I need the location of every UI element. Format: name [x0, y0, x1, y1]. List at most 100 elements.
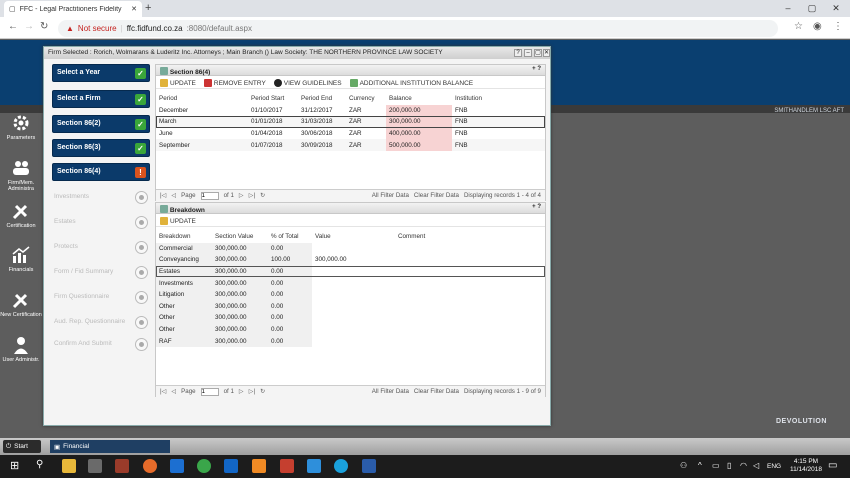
- browser-tab[interactable]: ▢ FFC - Legal Practitioners Fidelity ✕: [4, 1, 142, 17]
- step-section-86-2[interactable]: Section 86(2) ✓: [52, 115, 150, 133]
- rail-parameters[interactable]: Parameters: [0, 113, 42, 141]
- minimize-dialog-button[interactable]: –: [524, 49, 532, 57]
- additional-balance-button[interactable]: ADDITIONAL INSTITUTION BALANCE: [349, 79, 473, 87]
- table-row[interactable]: Investments 300,000.00 0.00: [156, 277, 545, 289]
- step-section-86-3[interactable]: Section 86(3) ✓: [52, 139, 150, 157]
- volume-icon[interactable]: ◁: [753, 461, 759, 470]
- rail-new-certification[interactable]: New Certification: [0, 290, 42, 318]
- next-page-icon[interactable]: ▷: [239, 388, 244, 395]
- table-row[interactable]: Conveyancing 300,000.00 100.00 300,000.00: [156, 254, 545, 266]
- network-icon[interactable]: ▭: [712, 461, 720, 470]
- table-row[interactable]: December 01/10/2017 31/12/2017 ZAR 200,000.0…: [156, 104, 545, 117]
- table-cell[interactable]: [312, 243, 395, 255]
- chrome-icon[interactable]: [197, 459, 211, 473]
- column-header[interactable]: Value: [312, 231, 395, 243]
- wifi-icon[interactable]: ◠: [740, 461, 747, 470]
- view-guidelines-button[interactable]: VIEW GUIDELINES: [273, 79, 342, 87]
- step-protects[interactable]: Protects: [52, 240, 150, 256]
- step-estates[interactable]: Estates: [52, 215, 150, 231]
- step-form-summary[interactable]: Form / Fid Summary: [52, 265, 150, 281]
- step-firm-questionnaire[interactable]: Firm Questionnaire: [52, 290, 150, 306]
- rail-user-admin[interactable]: User Administr.: [0, 335, 42, 363]
- all-filter-link[interactable]: All Filter Data: [372, 388, 409, 395]
- collapse-icon[interactable]: [160, 67, 168, 75]
- page-input[interactable]: [200, 387, 219, 396]
- table-cell[interactable]: 300,000.00: [312, 254, 395, 266]
- first-page-icon[interactable]: |◁: [160, 192, 166, 199]
- store-icon[interactable]: [88, 459, 102, 473]
- app-icon[interactable]: [115, 459, 129, 473]
- edge-icon[interactable]: [170, 459, 184, 473]
- star-icon[interactable]: ☆: [794, 21, 803, 32]
- first-page-icon[interactable]: |◁: [160, 388, 166, 395]
- step-auditor-questionnaire[interactable]: Aud. Rep. Questionnaire: [52, 315, 150, 331]
- word-icon[interactable]: [362, 459, 376, 473]
- rail-firm-admin[interactable]: Firm/Mem. Administra: [0, 158, 42, 192]
- remove-entry-button[interactable]: REMOVE ENTRY: [203, 79, 266, 87]
- maximize-button[interactable]: ▢: [802, 2, 822, 14]
- clear-filter-link[interactable]: Clear Filter Data: [414, 192, 459, 199]
- column-header[interactable]: Period Start: [248, 93, 298, 105]
- maximize-dialog-button[interactable]: ▢: [534, 49, 542, 57]
- people-tray-icon[interactable]: ⚇: [680, 461, 687, 470]
- rail-certification[interactable]: Certification: [0, 201, 42, 229]
- column-header[interactable]: Period End: [298, 93, 346, 105]
- next-page-icon[interactable]: ▷: [239, 192, 244, 199]
- table-cell[interactable]: [312, 324, 395, 336]
- language-indicator[interactable]: ENG: [767, 463, 781, 470]
- notification-icon[interactable]: ▭: [828, 460, 837, 471]
- table-cell[interactable]: [312, 312, 395, 324]
- table-row[interactable]: Litigation 300,000.00 0.00: [156, 288, 545, 301]
- breakdown-update-button[interactable]: UPDATE: [160, 217, 196, 225]
- column-header[interactable]: Breakdown: [156, 231, 212, 243]
- step-select-firm[interactable]: Select a Firm ✓: [52, 90, 150, 108]
- table-cell[interactable]: [312, 277, 395, 289]
- panel-tools-icon[interactable]: + ?: [532, 66, 541, 72]
- step-section-86-4[interactable]: Section 86(4)!: [52, 163, 150, 181]
- table-row[interactable]: Other 300,000.00 0.00: [156, 312, 545, 324]
- clear-filter-link[interactable]: Clear Filter Data: [414, 388, 459, 395]
- refresh-icon[interactable]: ↻: [260, 192, 265, 199]
- table-cell[interactable]: [312, 301, 395, 313]
- table-row[interactable]: Other 300,000.00 0.00: [156, 300, 545, 313]
- skype-icon[interactable]: [334, 459, 348, 473]
- table-cell[interactable]: [312, 289, 395, 301]
- windows-start-icon[interactable]: ⊞: [10, 459, 19, 472]
- step-investments[interactable]: Investments: [52, 190, 150, 206]
- close-tab-icon[interactable]: ✕: [131, 5, 137, 13]
- new-tab-button[interactable]: +: [145, 2, 151, 14]
- update-button[interactable]: UPDATE: [160, 79, 196, 87]
- all-filter-link[interactable]: All Filter Data: [372, 192, 409, 199]
- url-field[interactable]: ▲ Not secure | ffc.fidfund.co.za:8080/de…: [58, 20, 778, 37]
- column-header[interactable]: Period: [156, 93, 248, 105]
- table-row[interactable]: June 01/04/2018 30/06/2018 ZAR 400,000.00 FNB: [156, 127, 545, 140]
- search-icon[interactable]: ⚲: [36, 459, 43, 470]
- reload-icon[interactable]: ↻: [40, 21, 48, 32]
- app-start-button[interactable]: ⏻ Start: [3, 440, 41, 453]
- forward-icon[interactable]: →: [24, 21, 34, 32]
- close-window-button[interactable]: ✕: [826, 2, 846, 14]
- outlook-icon[interactable]: [224, 459, 238, 473]
- panel-tools-icon[interactable]: + ?: [532, 204, 541, 210]
- collapse-icon[interactable]: [160, 205, 168, 213]
- tray-chevron-icon[interactable]: ^: [698, 461, 702, 470]
- table-row[interactable]: Commercial 300,000.00 0.00: [156, 242, 545, 255]
- refresh-icon[interactable]: ↻: [260, 388, 265, 395]
- last-page-icon[interactable]: ▷|: [249, 192, 255, 199]
- table-row[interactable]: Other 300,000.00 0.00: [156, 323, 545, 336]
- vlc-icon[interactable]: [252, 459, 266, 473]
- last-page-icon[interactable]: ▷|: [249, 388, 255, 395]
- column-header[interactable]: Comment: [395, 231, 545, 243]
- prev-page-icon[interactable]: ◁: [171, 192, 176, 199]
- help-icon[interactable]: ?: [514, 49, 522, 57]
- step-select-year[interactable]: Select a Year ✓: [52, 64, 150, 82]
- column-header[interactable]: Balance: [386, 93, 452, 105]
- clock[interactable]: 4:15 PM 11/14/2018: [790, 458, 822, 474]
- close-dialog-button[interactable]: ✕: [543, 49, 550, 57]
- column-header[interactable]: Section Value: [212, 231, 268, 243]
- battery-icon[interactable]: ▯: [727, 461, 731, 470]
- table-row[interactable]: September 01/07/2018 30/09/2018 ZAR 500,000.…: [156, 139, 545, 151]
- rail-financials[interactable]: Financials: [0, 245, 42, 273]
- file-explorer-icon[interactable]: [62, 459, 76, 473]
- column-header[interactable]: Currency: [346, 93, 386, 105]
